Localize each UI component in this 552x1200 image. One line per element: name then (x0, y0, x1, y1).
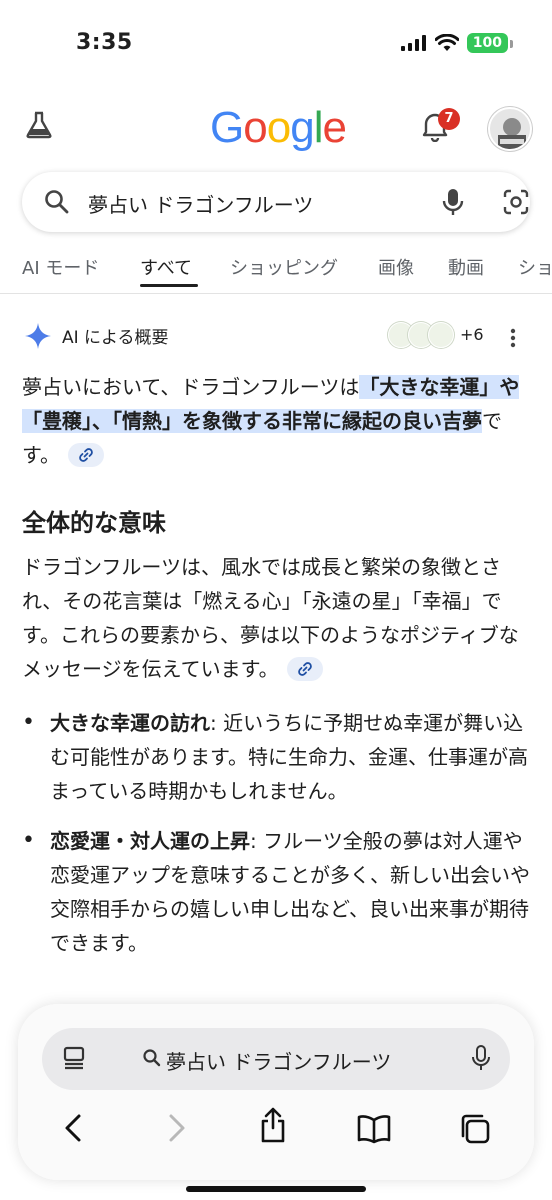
google-logo[interactable]: Google (210, 103, 347, 153)
share-icon[interactable] (258, 1106, 288, 1144)
google-lens-icon[interactable] (502, 188, 530, 216)
list-item: 恋愛運・対人運の上昇: フルーツ全般の夢は対人運や恋愛運アップを意味することが多… (22, 824, 530, 960)
section-paragraph: ドラゴンフルーツは、風水では成長と繁栄の象徴とされ、その花言葉は「燃える心」「永… (22, 550, 530, 686)
link-icon (79, 447, 93, 462)
link-icon (297, 661, 312, 676)
more-sources-count[interactable]: +6 (460, 325, 484, 344)
meaning-list: 大きな幸運の訪れ: 近いうちに予期せぬ幸運が舞い込む可能性があります。特に生命力… (22, 706, 530, 960)
section-text: ドラゴンフルーツは、風水では成長と繁栄の象徴とされ、その花言葉は「燃える心」「永… (22, 555, 519, 681)
search-tabs: AI モード すべて ショッピング 画像 動画 ショ (0, 248, 552, 294)
tab-videos[interactable]: 動画 (448, 254, 484, 280)
logo-letter: g (290, 103, 315, 152)
search-box[interactable]: 夢占い ドラゴンフルーツ (22, 172, 530, 232)
back-icon[interactable] (62, 1112, 86, 1144)
active-tab-indicator (140, 284, 198, 287)
list-item-title: 大きな幸運の訪れ (50, 711, 210, 735)
logo-letter: e (322, 103, 347, 152)
list-item: 大きな幸運の訪れ: 近いうちに予期せぬ幸運が舞い込む可能性があります。特に生命力… (22, 706, 530, 808)
notification-count-badge: 7 (438, 108, 460, 130)
source-thumbnail[interactable] (428, 322, 454, 348)
section-heading: 全体的な意味 (22, 509, 166, 537)
more-options-icon[interactable] (510, 328, 516, 348)
battery-indicator: 100 (466, 33, 514, 53)
ai-overview-title: AI による概要 (62, 328, 169, 348)
tabs-overview-icon[interactable] (458, 1112, 492, 1146)
status-icons: 100 (400, 33, 514, 53)
google-header: Google 7 (0, 100, 552, 160)
ai-overview-header: AI による概要 +6 (24, 320, 528, 354)
clock: 3:35 (76, 30, 133, 55)
bookmarks-icon[interactable] (356, 1114, 392, 1144)
tab-images[interactable]: 画像 (378, 254, 414, 280)
search-icon (45, 190, 69, 214)
tab-shopping[interactable]: ショッピング (230, 254, 338, 280)
logo-letter: o (266, 103, 292, 152)
intro-text: 夢占いにおいて、ドラゴンフルーツは (22, 375, 360, 399)
logo-letter: o (243, 103, 268, 152)
browser-toolbar: 夢占い ドラゴンフルーツ (18, 1004, 534, 1180)
source-link-chip[interactable] (68, 442, 104, 467)
tab-all[interactable]: すべて (140, 254, 192, 280)
tab-more-truncated[interactable]: ショ (518, 254, 552, 280)
address-text[interactable]: 夢占い ドラゴンフルーツ (166, 1046, 391, 1075)
forward-icon[interactable] (164, 1112, 188, 1144)
status-bar: 3:35 100 (0, 0, 552, 92)
list-item-title: 恋愛運・対人運の上昇 (50, 829, 250, 853)
account-avatar[interactable] (488, 107, 532, 151)
source-link-chip[interactable] (286, 656, 323, 681)
signal-icon (400, 35, 426, 51)
page-menu-icon[interactable] (62, 1046, 88, 1070)
dictation-mic-icon[interactable] (470, 1044, 492, 1072)
address-bar[interactable]: 夢占い ドラゴンフルーツ (42, 1028, 510, 1090)
logo-letter: G (210, 103, 244, 152)
wifi-icon (434, 34, 459, 51)
ai-overview-content: 夢占いにおいて、ドラゴンフルーツは「大きな幸運」や「豊穣」、「情熱」を象徴する非… (22, 370, 530, 976)
tab-ai-mode[interactable]: AI モード (22, 254, 99, 280)
search-query[interactable]: 夢占い ドラゴンフルーツ (88, 189, 313, 218)
gemini-sparkle-icon (25, 323, 51, 349)
source-thumbnails[interactable] (388, 322, 454, 348)
voice-search-mic-icon[interactable] (440, 187, 466, 217)
home-indicator (186, 1186, 366, 1192)
search-icon (143, 1049, 161, 1067)
labs-flask-icon[interactable] (24, 110, 54, 144)
intro-paragraph: 夢占いにおいて、ドラゴンフルーツは「大きな幸運」や「豊穣」、「情熱」を象徴する非… (22, 370, 530, 472)
